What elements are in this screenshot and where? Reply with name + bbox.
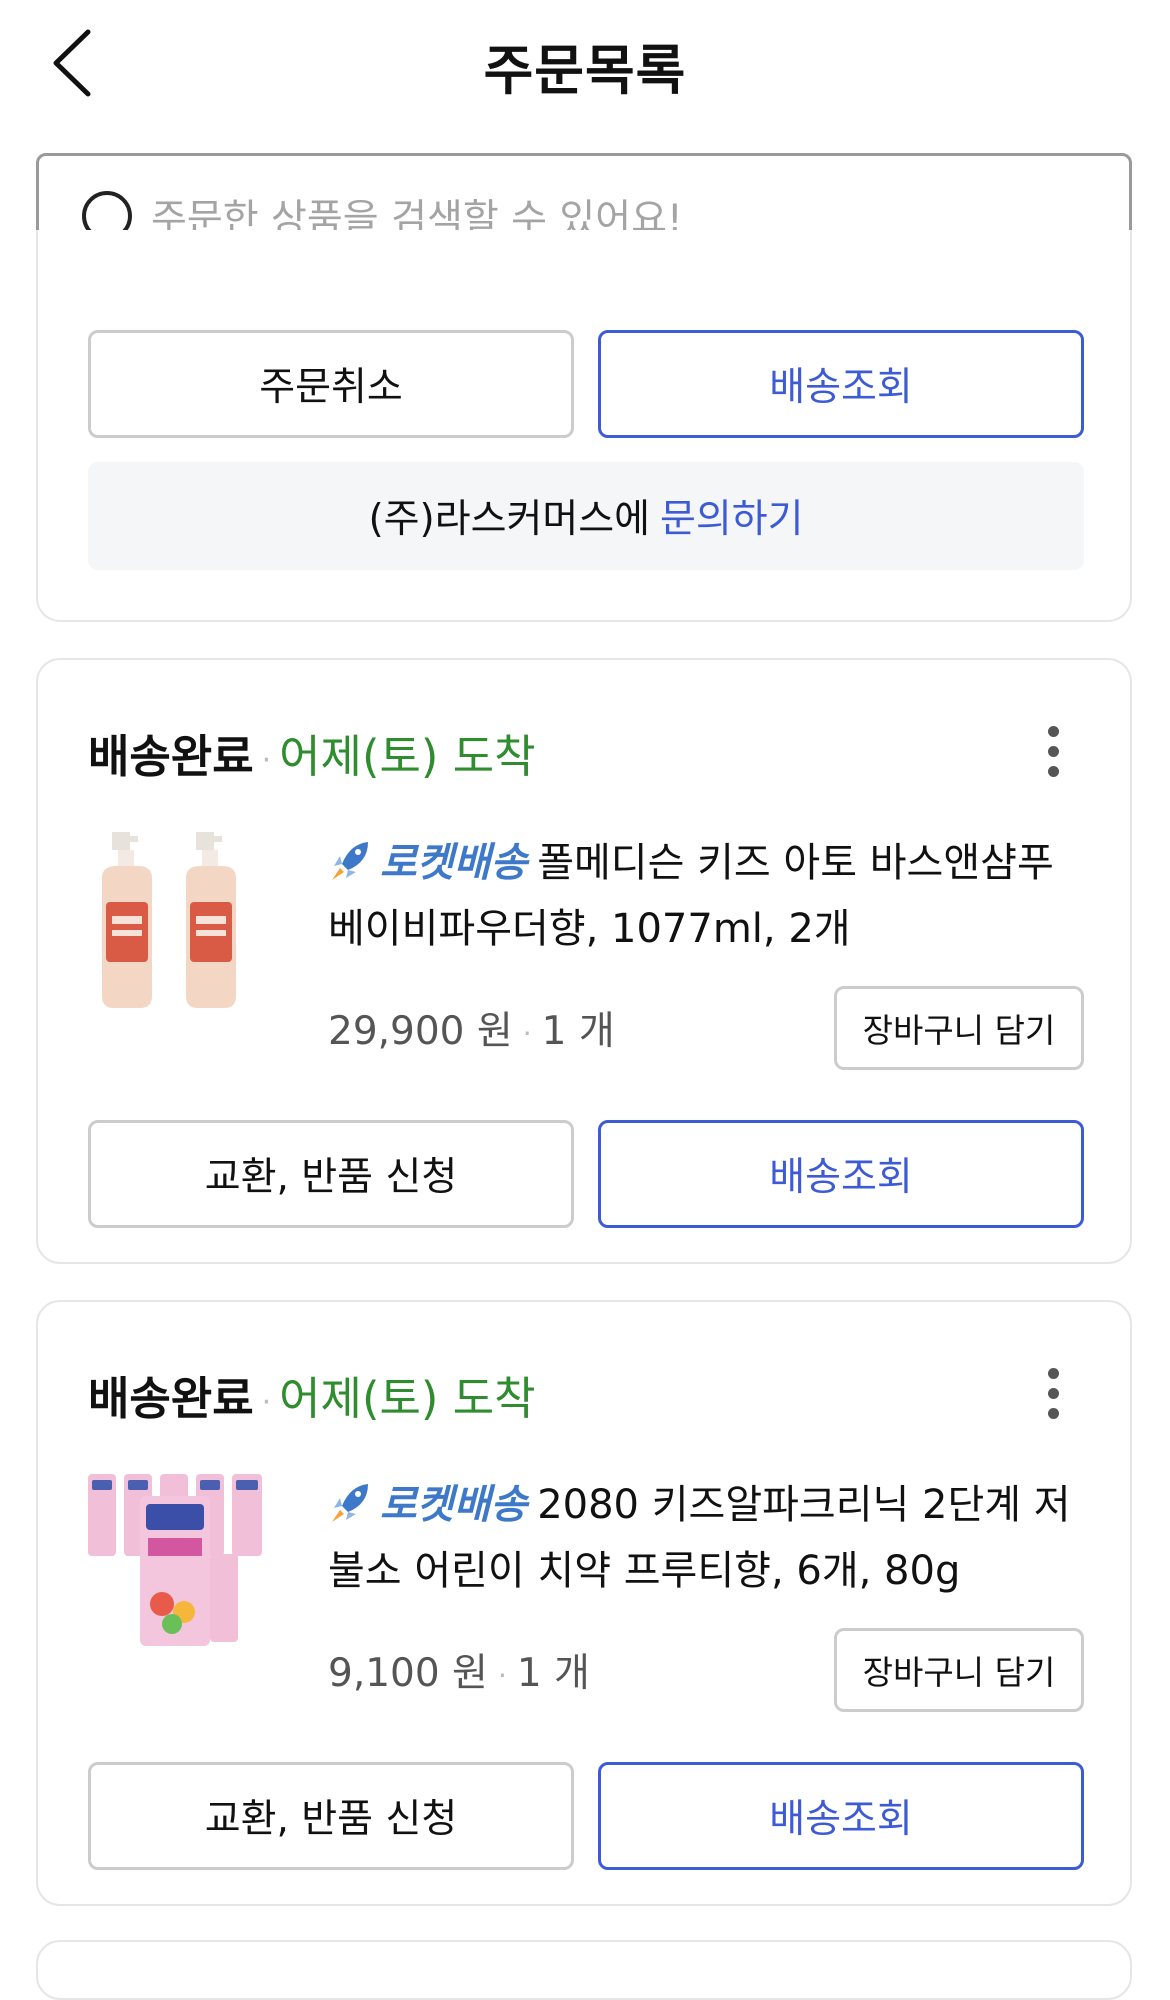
order-card: 배송완료 · 어제(토) 도착 로켓배송 2080 키즈알파크리닉 2단계 저불소 어… xyxy=(36,1300,1132,1906)
status-label: 배송완료 xyxy=(88,1372,254,1425)
seller-name: (주)라스커머스에 xyxy=(368,497,651,542)
order-card: 배송완료 · 어제(토) 도착 로켓배송 폴메디슨 키즈 아토 바스앤샴푸 베이비파우… xyxy=(36,658,1132,1264)
rocket-icon xyxy=(332,842,368,880)
price-quantity: 29,900 원 · 1 개 xyxy=(328,1009,615,1054)
product-image[interactable] xyxy=(88,832,268,1010)
order-status: 배송완료 · 어제(토) 도착 xyxy=(88,730,536,783)
track-delivery-button[interactable]: 배송조회 xyxy=(598,1762,1084,1870)
exchange-return-button[interactable]: 교환, 반품 신청 xyxy=(88,1120,574,1228)
product-image[interactable] xyxy=(88,1474,268,1652)
rocket-delivery-badge: 로켓배송 xyxy=(380,1482,528,1528)
order-status: 배송완료 · 어제(토) 도착 xyxy=(88,1372,536,1425)
seller-inquiry-bar: (주)라스커머스에 문의하기 xyxy=(88,462,1084,570)
exchange-return-button[interactable]: 교환, 반품 신청 xyxy=(88,1762,574,1870)
product-name[interactable]: 로켓배송 2080 키즈알파크리닉 2단계 저불소 어린이 치약 프루티향, 6개… xyxy=(328,1472,1088,1604)
add-to-cart-button[interactable]: 장바구니 담기 xyxy=(834,1628,1084,1712)
page-title: 주문목록 xyxy=(483,39,687,102)
product-name[interactable]: 로켓배송 폴메디슨 키즈 아토 바스앤샴푸 베이비파우더향, 1077ml, 2개 xyxy=(328,830,1088,962)
cancel-order-button[interactable]: 주문취소 xyxy=(88,330,574,438)
arrival-date: 어제(토) 도착 xyxy=(279,730,536,783)
inquiry-link[interactable]: 문의하기 xyxy=(660,488,804,544)
header: 주문목록 xyxy=(0,0,1170,130)
rocket-delivery-badge: 로켓배송 xyxy=(380,840,528,886)
more-options-icon[interactable] xyxy=(1048,1368,1060,1420)
price: 29,900 원 xyxy=(328,1009,513,1054)
price-quantity: 9,100 원 · 1 개 xyxy=(328,1651,590,1696)
price: 9,100 원 xyxy=(328,1651,488,1696)
order-card-peek xyxy=(36,1940,1132,2000)
order-card-partial: 주문취소 배송조회 (주)라스커머스에 문의하기 xyxy=(36,230,1132,622)
more-options-icon[interactable] xyxy=(1048,726,1060,778)
status-label: 배송완료 xyxy=(88,730,254,783)
arrival-date: 어제(토) 도착 xyxy=(279,1372,536,1425)
quantity: 1 개 xyxy=(516,1651,590,1696)
track-delivery-button[interactable]: 배송조회 xyxy=(598,1120,1084,1228)
add-to-cart-button[interactable]: 장바구니 담기 xyxy=(834,986,1084,1070)
rocket-icon xyxy=(332,1484,368,1522)
quantity: 1 개 xyxy=(541,1009,615,1054)
track-delivery-button[interactable]: 배송조회 xyxy=(598,330,1084,438)
